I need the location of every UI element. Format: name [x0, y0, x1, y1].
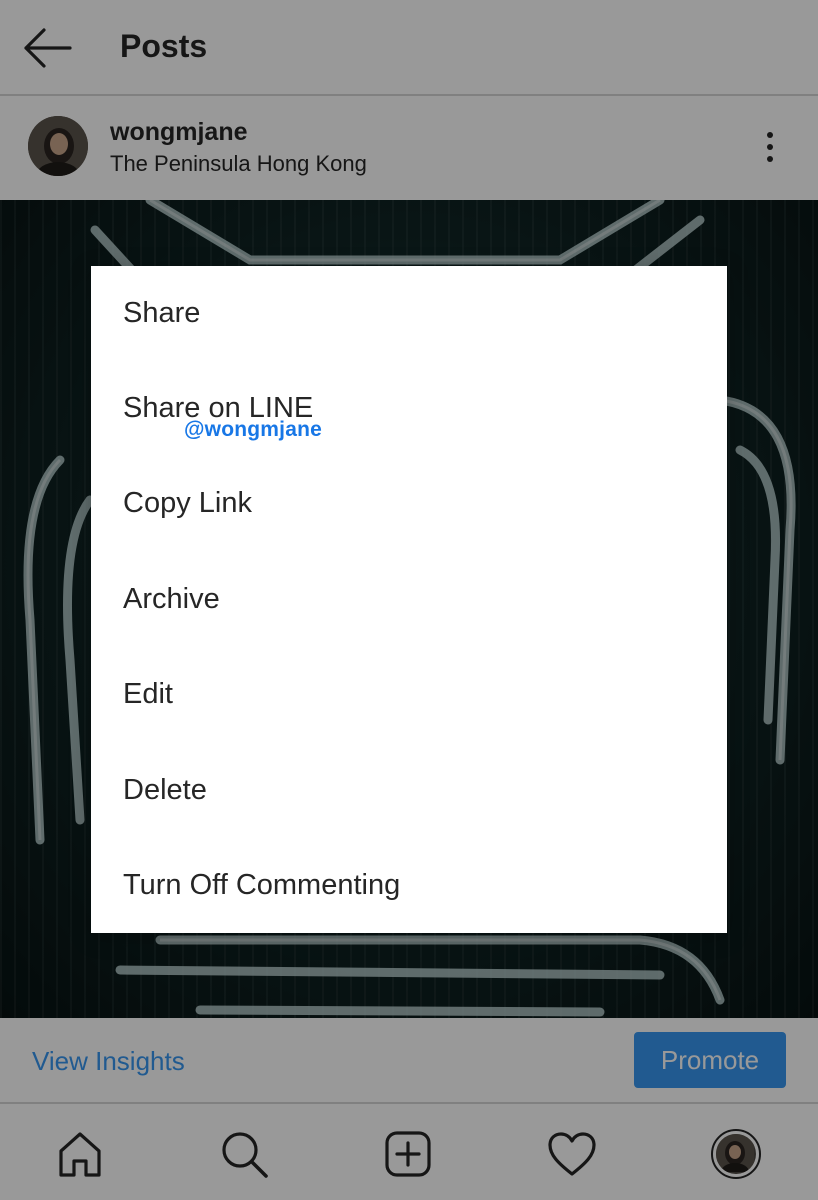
menu-item-share[interactable]: Share — [91, 266, 727, 361]
menu-item-edit[interactable]: Edit — [91, 647, 727, 742]
menu-item-archive[interactable]: Archive — [91, 552, 727, 647]
menu-item-turn-off-commenting[interactable]: Turn Off Commenting — [91, 838, 727, 933]
menu-item-delete[interactable]: Delete — [91, 743, 727, 838]
post-options-menu: Share Share on LINE Copy Link Archive Ed… — [91, 266, 727, 933]
menu-item-copy-link[interactable]: Copy Link — [91, 456, 727, 551]
watermark-handle: @wongmjane — [184, 418, 322, 441]
